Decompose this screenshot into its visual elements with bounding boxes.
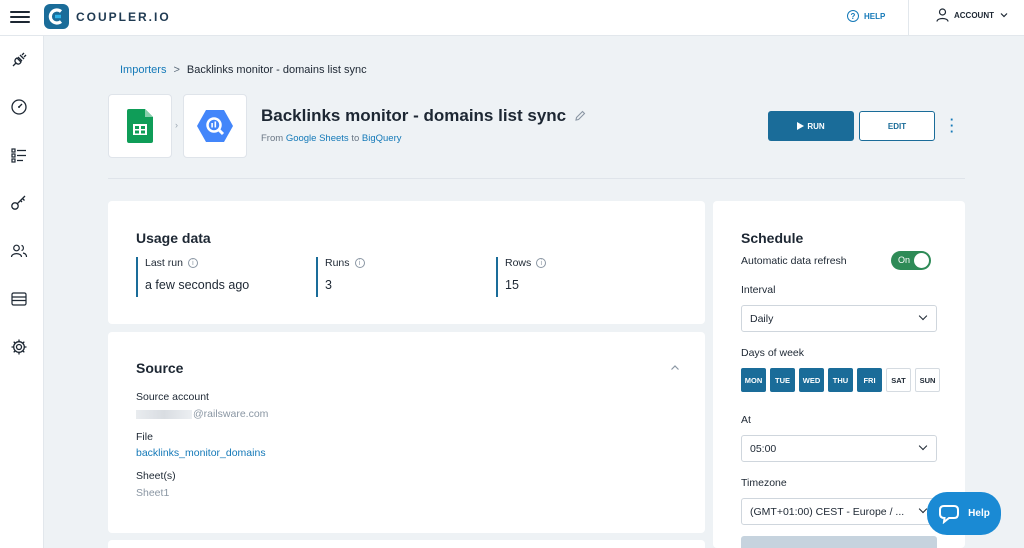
header-divider <box>108 178 965 179</box>
destination-link[interactable]: BigQuery <box>362 133 402 144</box>
file-link[interactable]: backlinks_monitor_domains <box>136 447 266 459</box>
brand-logo[interactable]: COUPLER.IO <box>44 4 171 29</box>
breadcrumb-importers-link[interactable]: Importers <box>120 64 166 76</box>
account-label: ACCOUNT <box>954 10 994 20</box>
days-of-week-label: Days of week <box>741 347 805 359</box>
checklist-icon[interactable] <box>10 146 28 164</box>
info-icon[interactable]: i <box>536 258 547 268</box>
play-icon <box>797 122 805 130</box>
sidebar <box>0 36 44 548</box>
timezone-label: Timezone <box>741 477 787 489</box>
stat-label: Rows <box>505 257 532 269</box>
chevron-down-icon <box>918 311 928 321</box>
day-sat[interactable]: SAT <box>886 368 911 392</box>
key-icon[interactable] <box>10 194 28 212</box>
time-select[interactable]: 05:00 <box>741 435 937 462</box>
source-account-value: @railsware.com <box>136 408 268 420</box>
edit-label: EDIT <box>887 121 907 131</box>
chevron-up-icon[interactable] <box>670 364 680 371</box>
user-icon <box>936 8 949 22</box>
breadcrumb-current: Backlinks monitor - domains list sync <box>186 64 367 76</box>
source-tile <box>108 94 172 158</box>
destination-tile <box>183 94 247 158</box>
from-prefix: From <box>261 133 284 144</box>
edit-button[interactable]: EDIT <box>859 111 935 141</box>
source-account-domain: @railsware.com <box>193 408 269 420</box>
importer-subtitle: From Google Sheets to BigQuery <box>261 133 402 144</box>
account-menu[interactable]: ACCOUNT <box>936 8 1008 22</box>
to-word: to <box>351 133 360 144</box>
run-button[interactable]: RUN <box>768 111 854 141</box>
bigquery-icon <box>197 110 233 142</box>
users-icon[interactable] <box>10 242 28 260</box>
chevron-down-icon <box>918 504 928 514</box>
stat-label: Last run <box>145 257 183 269</box>
chevron-down-icon <box>1000 13 1008 18</box>
sheets-value: Sheet1 <box>136 487 170 499</box>
gauge-icon[interactable] <box>10 98 28 116</box>
stat-value: 15 <box>505 278 519 292</box>
at-label: At <box>741 414 751 426</box>
chat-bubble-icon <box>939 504 960 524</box>
source-link[interactable]: Google Sheets <box>286 133 349 144</box>
help-link[interactable]: ? HELP <box>847 10 885 22</box>
plug-icon[interactable] <box>10 51 28 69</box>
stat-rows: Rows i 15 <box>496 257 547 297</box>
top-bar: COUPLER.IO ? HELP ACCOUNT <box>0 0 1024 36</box>
coupler-logo-icon <box>44 4 69 29</box>
stat-runs: Runs i 3 <box>316 257 365 297</box>
stat-value: 3 <box>325 278 332 292</box>
timezone-select[interactable]: (GMT+01:00) CEST - Europe / ... <box>741 498 937 525</box>
schedule-title: Schedule <box>741 230 804 246</box>
source-account-label: Source account <box>136 391 209 403</box>
interval-label: Interval <box>741 284 776 296</box>
sheets-label: Sheet(s) <box>136 470 176 482</box>
stat-label: Runs <box>325 257 350 269</box>
info-icon[interactable]: i <box>354 258 365 268</box>
day-fri[interactable]: FRI <box>857 368 882 392</box>
topbar-divider <box>908 0 909 36</box>
auto-refresh-toggle[interactable]: On <box>891 251 931 270</box>
source-title: Source <box>136 360 184 376</box>
breadcrumb: Importers > Backlinks monitor - domains … <box>120 64 367 76</box>
day-mon[interactable]: MON <box>741 368 766 392</box>
timezone-value: (GMT+01:00) CEST - Europe / ... <box>750 505 905 518</box>
save-button-edge[interactable] <box>741 536 937 548</box>
tile-arrow-icon: › <box>175 120 178 130</box>
help-circle-icon: ? <box>847 10 859 22</box>
file-label: File <box>136 431 153 443</box>
stat-value: a few seconds ago <box>145 278 250 292</box>
toggle-knob <box>914 253 929 268</box>
usage-title: Usage data <box>136 230 211 246</box>
chevron-down-icon <box>918 441 928 451</box>
menu-icon[interactable] <box>10 8 30 28</box>
day-wed[interactable]: WED <box>799 368 824 392</box>
breadcrumb-separator: > <box>173 64 180 76</box>
day-sun[interactable]: SUN <box>915 368 940 392</box>
help-widget-label: Help <box>968 508 990 519</box>
stat-last-run: Last run i a few seconds ago <box>136 257 249 297</box>
info-icon[interactable]: i <box>187 258 198 268</box>
day-tue[interactable]: TUE <box>770 368 795 392</box>
source-card <box>108 332 705 533</box>
importer-title: Backlinks monitor - domains list sync <box>261 106 586 126</box>
next-card-edge <box>108 540 705 548</box>
importer-title-text: Backlinks monitor - domains list sync <box>261 106 567 125</box>
brand-name: COUPLER.IO <box>76 9 171 24</box>
gear-icon[interactable] <box>10 338 28 356</box>
help-widget-button[interactable]: Help <box>927 492 1001 535</box>
more-options-icon[interactable]: · · · <box>946 113 958 138</box>
auto-refresh-label: Automatic data refresh <box>741 255 847 267</box>
interval-select[interactable]: Daily <box>741 305 937 332</box>
redacted-email <box>136 409 192 419</box>
time-value: 05:00 <box>750 442 777 455</box>
google-sheets-icon <box>127 109 153 143</box>
pencil-icon[interactable] <box>574 110 586 122</box>
help-label: HELP <box>864 11 886 21</box>
day-thu[interactable]: THU <box>828 368 853 392</box>
interval-value: Daily <box>750 312 774 325</box>
billing-icon[interactable] <box>10 290 28 308</box>
toggle-label: On <box>898 255 911 265</box>
run-label: RUN <box>807 121 825 131</box>
